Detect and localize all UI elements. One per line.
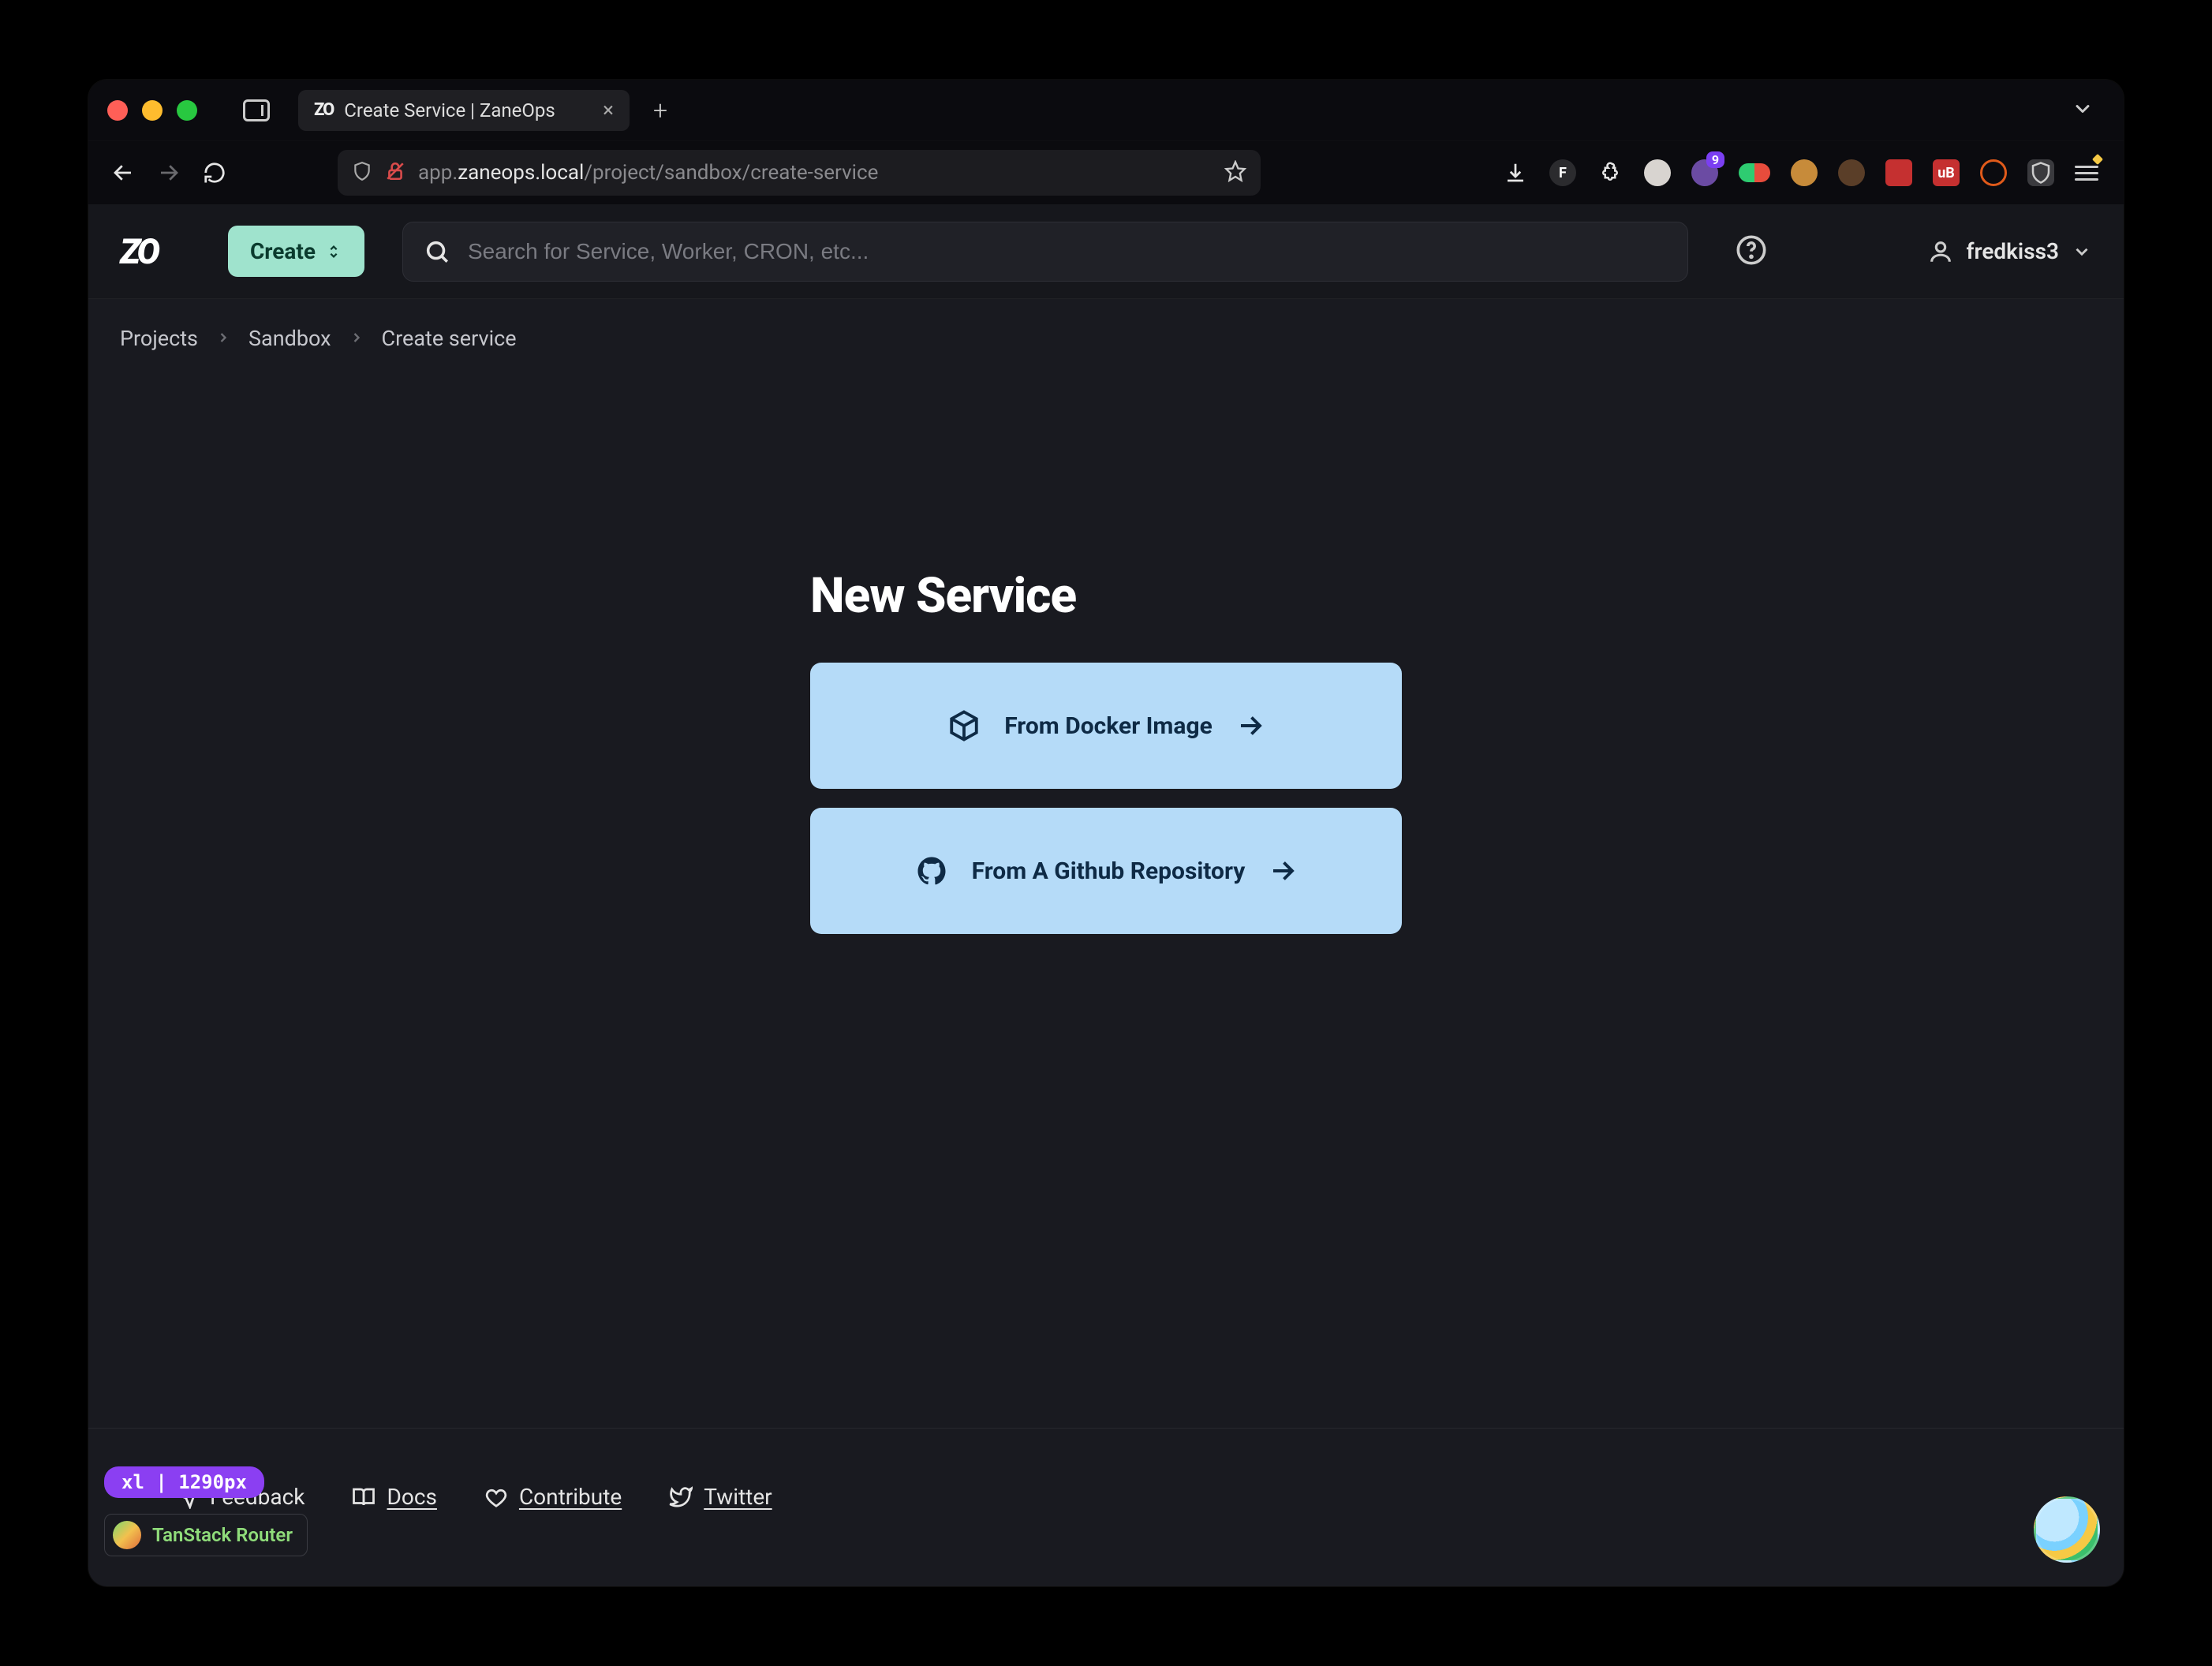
extension-avatar-icon[interactable] — [1644, 159, 1671, 186]
arrow-right-icon — [1269, 857, 1297, 885]
app-header: ZO Create fredkiss3 — [88, 204, 2124, 299]
window-controls — [103, 100, 197, 121]
breadcrumb-projects[interactable]: Projects — [120, 326, 198, 351]
search-icon — [424, 238, 450, 265]
breadcrumb-sandbox[interactable]: Sandbox — [248, 326, 331, 351]
create-button[interactable]: Create — [228, 226, 364, 277]
tanstack-icon — [113, 1521, 141, 1549]
extension-toggle-icon[interactable] — [1739, 163, 1770, 182]
help-icon — [1736, 234, 1767, 266]
arrow-right-icon — [1236, 712, 1265, 740]
create-service-panel: New Service From Docker Image From A Git… — [810, 567, 1402, 953]
github-option-label: From A Github Repository — [972, 857, 1246, 885]
search-input[interactable] — [468, 239, 1667, 264]
book-icon — [352, 1485, 376, 1509]
tanstack-router-badge[interactable]: TanStack Router — [104, 1514, 308, 1556]
extension-red-icon[interactable] — [1885, 159, 1912, 186]
chevron-right-icon — [215, 326, 231, 351]
heart-hands-icon — [484, 1485, 508, 1509]
page-title: New Service — [810, 567, 1402, 625]
browser-toolbar: app.zaneops.local/project/sandbox/create… — [88, 141, 2124, 204]
url-text: app.zaneops.local/project/sandbox/create… — [418, 161, 878, 185]
tabs-dropdown-icon[interactable] — [2072, 98, 2109, 123]
minimize-window-button[interactable] — [142, 100, 163, 121]
address-bar[interactable]: app.zaneops.local/project/sandbox/create… — [338, 150, 1261, 196]
tab-title: Create Service | ZaneOps — [344, 99, 592, 121]
main-content: Projects Sandbox Create service New Serv… — [88, 299, 2124, 1586]
from-github-repo-button[interactable]: From A Github Repository — [810, 808, 1402, 934]
forward-button[interactable] — [151, 155, 186, 190]
app-footer: xl | 1290px TanStack Router Feedback Doc… — [88, 1429, 2124, 1586]
help-button[interactable] — [1736, 234, 1767, 269]
browser-menu-icon[interactable] — [2075, 163, 2098, 182]
browser-window: ZO Create Service | ZaneOps × + app.zane… — [88, 80, 2124, 1586]
sidebar-toggle-icon[interactable] — [243, 99, 270, 121]
extension-ublock-icon[interactable]: uB — [1933, 159, 1960, 186]
back-button[interactable] — [106, 155, 140, 190]
reload-button[interactable] — [197, 155, 232, 190]
browser-tab-bar: ZO Create Service | ZaneOps × + — [88, 80, 2124, 141]
chevron-right-icon — [349, 326, 364, 351]
tanstack-label: TanStack Router — [152, 1524, 293, 1546]
docs-label: Docs — [387, 1484, 436, 1510]
extension-purple-icon[interactable]: 9 — [1691, 159, 1718, 186]
breakpoint-badge: xl | 1290px — [104, 1466, 264, 1498]
lock-icon[interactable] — [385, 161, 405, 185]
close-tab-icon[interactable]: × — [603, 99, 614, 122]
extensions-row: F 9 uB — [1502, 159, 2106, 186]
search-field-wrapper[interactable] — [402, 222, 1688, 282]
extension-f-icon[interactable]: F — [1549, 159, 1576, 186]
create-button-label: Create — [250, 238, 316, 264]
breadcrumb-current: Create service — [382, 326, 517, 351]
app-logo[interactable]: ZO — [120, 231, 157, 272]
contribute-link[interactable]: Contribute — [484, 1484, 622, 1510]
chevron-sort-icon — [325, 243, 342, 260]
from-docker-image-button[interactable]: From Docker Image — [810, 663, 1402, 789]
breadcrumb: Projects Sandbox Create service — [120, 326, 2092, 351]
twitter-icon — [669, 1485, 693, 1509]
tab-favicon: ZO — [314, 100, 333, 120]
profile-avatar[interactable] — [2034, 1496, 2100, 1563]
bookmark-icon[interactable] — [1224, 160, 1246, 185]
user-icon — [1927, 238, 1954, 265]
close-window-button[interactable] — [107, 100, 128, 121]
docker-option-label: From Docker Image — [1004, 712, 1212, 740]
extension-orange-icon[interactable] — [1980, 159, 2007, 186]
chevron-down-icon — [2072, 241, 2092, 262]
extension-cookie-icon[interactable] — [1791, 159, 1818, 186]
extension-shield-icon[interactable] — [2027, 159, 2054, 186]
twitter-label: Twitter — [704, 1484, 772, 1510]
extension-brown-icon[interactable] — [1838, 159, 1865, 186]
box-icon — [947, 709, 981, 742]
download-icon[interactable] — [1502, 159, 1529, 186]
browser-tab[interactable]: ZO Create Service | ZaneOps × — [298, 90, 630, 131]
new-tab-button[interactable]: + — [653, 95, 667, 125]
twitter-link[interactable]: Twitter — [669, 1484, 772, 1510]
maximize-window-button[interactable] — [177, 100, 197, 121]
contribute-label: Contribute — [519, 1484, 622, 1510]
docs-link[interactable]: Docs — [352, 1484, 436, 1510]
shield-icon[interactable] — [352, 161, 372, 185]
user-menu[interactable]: fredkiss3 — [1927, 238, 2092, 265]
extensions-puzzle-icon[interactable] — [1597, 159, 1624, 186]
username: fredkiss3 — [1967, 238, 2059, 264]
extension-badge: 9 — [1706, 151, 1724, 168]
github-icon — [915, 854, 948, 887]
